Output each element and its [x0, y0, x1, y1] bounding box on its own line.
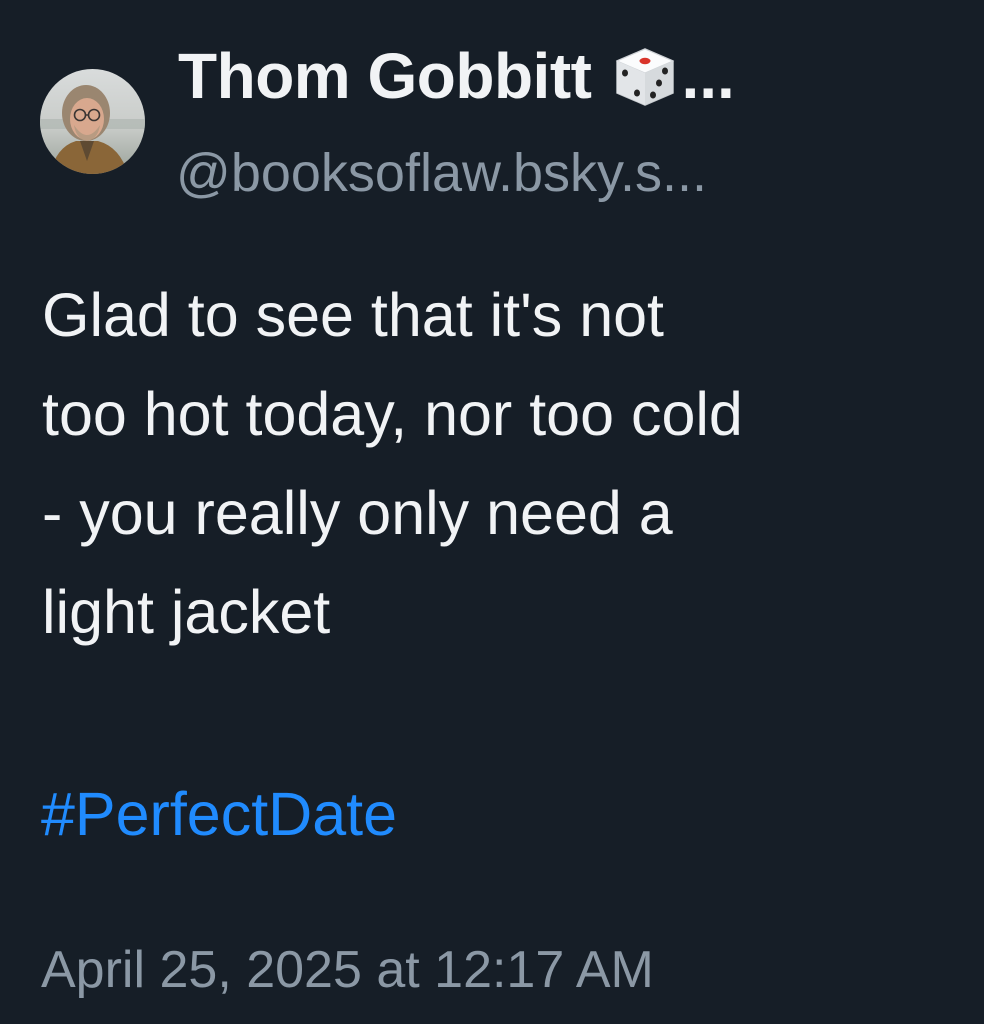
avatar-photo-icon	[40, 69, 145, 174]
display-name-text: Thom Gobbitt	[178, 40, 592, 112]
post-text-line: too hot today, nor too cold	[42, 380, 743, 448]
game-die-icon	[609, 41, 679, 111]
hashtag-link[interactable]: #PerfectDate	[41, 769, 397, 859]
author-handle[interactable]: @booksoflaw.bsky.s...	[176, 142, 707, 204]
post-detail: Thom Gobbitt ... @booksoflaw.bsky.s... G…	[0, 0, 984, 1024]
post-body: Glad to see that it's not too hot today,…	[42, 266, 962, 662]
display-name-truncation: ...	[681, 40, 735, 112]
post-text-line: Glad to see that it's not	[42, 281, 665, 349]
post-timestamp: April 25, 2025 at 12:17 AM	[41, 941, 654, 999]
author-avatar[interactable]	[40, 69, 145, 174]
post-text-line: light jacket	[42, 578, 331, 646]
post-text-line: - you really only need a	[42, 479, 673, 547]
author-display-name[interactable]: Thom Gobbitt ...	[178, 36, 735, 116]
